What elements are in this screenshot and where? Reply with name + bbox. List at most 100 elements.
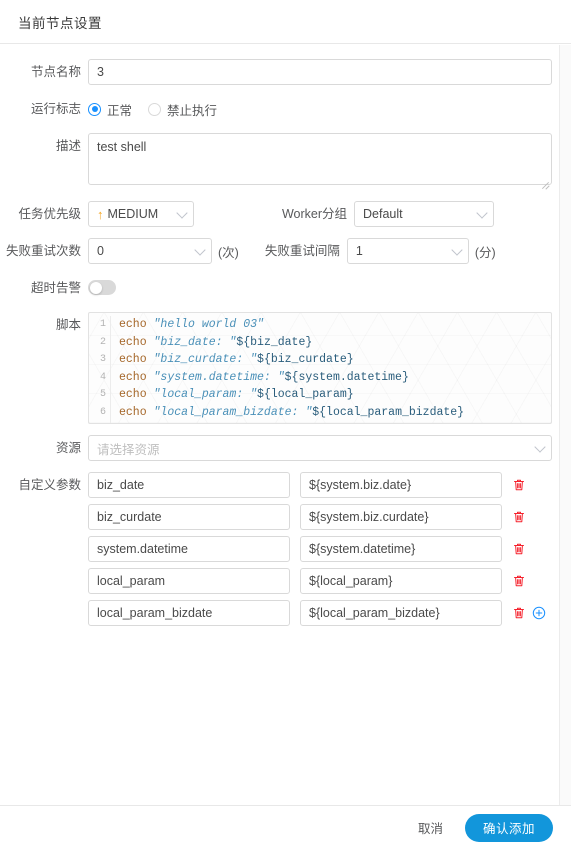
dialog-footer: 取消 确认添加: [0, 805, 571, 849]
priority-select[interactable]: ↑ MEDIUM: [88, 201, 194, 227]
worker-group-select[interactable]: Default: [354, 201, 494, 227]
param-value-input[interactable]: [300, 568, 502, 594]
code-string: "biz_curdate: ": [153, 353, 258, 366]
param-row: [88, 504, 552, 530]
radio-normal-label: 正常: [107, 103, 133, 118]
resource-select[interactable]: 请选择资源: [88, 435, 552, 461]
code-line: echo "local_param: "${local_param}: [119, 386, 551, 404]
page-title: 当前节点设置: [18, 15, 102, 31]
code-line: echo "local_param_bizdate: "${local_para…: [119, 404, 551, 422]
line-number: 5: [99, 389, 106, 400]
retry-interval-select[interactable]: 1: [346, 238, 469, 264]
param-key-input[interactable]: [88, 568, 290, 594]
retry-interval-value: 1: [355, 244, 363, 258]
add-param-icon[interactable]: [532, 606, 546, 620]
code-line: echo "system.datetime: "${system.datetim…: [119, 369, 551, 387]
code-keyword: echo: [119, 405, 147, 419]
code-keyword: echo: [119, 335, 147, 349]
field-description: 描述 test shell: [0, 133, 570, 190]
field-custom-params: 自定义参数: [0, 472, 570, 632]
code-keyword: echo: [119, 370, 147, 384]
dialog-body: 节点名称 运行标志 正常 禁止执行: [0, 45, 571, 805]
param-row: [88, 600, 552, 626]
timeout-alarm-label: 超时告警: [30, 281, 81, 295]
field-run-flag: 运行标志 正常 禁止执行: [0, 96, 570, 122]
param-row: [88, 536, 552, 562]
code-keyword: echo: [119, 388, 147, 401]
delete-param-icon[interactable]: [512, 606, 526, 620]
node-name-label: 节点名称: [30, 65, 81, 79]
run-flag-radio-group: 正常 禁止执行: [88, 96, 552, 122]
retry-times-select[interactable]: 0: [88, 238, 212, 264]
field-priority-workergroup: 任务优先级 ↑ MEDIUM Worker分组 Default: [0, 201, 570, 227]
delete-param-icon[interactable]: [512, 574, 526, 588]
chevron-down-icon: [176, 207, 188, 219]
radio-forbidden-label: 禁止执行: [167, 103, 218, 118]
custom-params-label: 自定义参数: [18, 478, 81, 492]
priority-up-arrow-icon: ↑: [97, 206, 104, 222]
param-value-input[interactable]: [300, 536, 502, 562]
retry-times-value: 0: [97, 244, 104, 258]
radio-dot-icon: [148, 102, 162, 116]
timeout-alarm-toggle[interactable]: [88, 280, 116, 295]
description-label: 描述: [55, 139, 81, 153]
code-variable: ${local_param_bizdate}: [312, 405, 465, 419]
description-textarea[interactable]: test shell: [88, 133, 552, 185]
code-string: "system.datetime: ": [153, 370, 285, 384]
confirm-add-button[interactable]: 确认添加: [464, 813, 553, 842]
param-key-input[interactable]: [88, 536, 290, 562]
code-variable: ${biz_curdate}: [257, 353, 354, 366]
priority-label: 任务优先级: [18, 207, 81, 221]
param-value-input[interactable]: [300, 600, 502, 626]
vertical-scrollbar[interactable]: [559, 45, 571, 805]
code-line: echo "hello world 03": [119, 316, 551, 334]
code-string: "local_param_bizdate: ": [153, 405, 313, 419]
line-number: 3: [99, 354, 106, 365]
worker-group-label: Worker分组: [281, 207, 347, 221]
code-string: "hello world 03": [153, 318, 264, 331]
code-keyword: echo: [119, 353, 147, 366]
retry-interval-label: 失败重试间隔: [264, 244, 340, 258]
param-value-input[interactable]: [300, 504, 502, 530]
code-variable: ${local_param}: [257, 388, 354, 401]
field-script: 脚本 1 2 3 4 5 6 echo "hello world 03" ech…: [0, 312, 570, 424]
retry-times-suffix: (次): [218, 245, 239, 260]
param-key-input[interactable]: [88, 472, 290, 498]
param-key-input[interactable]: [88, 600, 290, 626]
radio-forbidden[interactable]: 禁止执行: [148, 100, 217, 119]
script-editor[interactable]: 1 2 3 4 5 6 echo "hello world 03" echo "…: [88, 312, 552, 424]
param-value-input[interactable]: [300, 472, 502, 498]
worker-group-select-value: Default: [363, 207, 403, 221]
delete-param-icon[interactable]: [512, 542, 526, 556]
chevron-down-icon: [451, 244, 463, 256]
code-line: echo "biz_curdate: "${biz_curdate}: [119, 351, 551, 369]
chevron-down-icon: [194, 244, 206, 256]
line-number: 1: [99, 319, 106, 330]
field-resource: 资源 请选择资源: [0, 435, 570, 461]
line-number: 4: [99, 371, 106, 383]
delete-param-icon[interactable]: [512, 478, 526, 492]
code-keyword: echo: [119, 318, 147, 331]
radio-dot-icon: [88, 102, 101, 116]
code-string: "local_param: ": [153, 388, 258, 401]
retry-interval-suffix: (分): [474, 245, 496, 260]
chevron-down-icon: [476, 207, 488, 219]
chevron-down-icon: [534, 441, 546, 453]
field-retry: 失败重试次数 0 (次) 失败重试间隔 1 (分): [0, 238, 570, 264]
line-number: 2: [99, 336, 106, 348]
priority-select-value: MEDIUM: [107, 207, 159, 221]
node-name-input[interactable]: [88, 59, 552, 85]
toggle-knob: [89, 281, 102, 294]
delete-param-icon[interactable]: [512, 510, 526, 524]
cancel-button[interactable]: 取消: [410, 813, 451, 842]
resource-placeholder: 请选择资源: [97, 442, 160, 457]
script-label: 脚本: [55, 318, 81, 332]
field-timeout-alarm: 超时告警: [0, 275, 570, 301]
code-string: "biz_date: ": [153, 335, 237, 349]
radio-normal[interactable]: 正常: [88, 100, 132, 119]
retry-times-label: 失败重试次数: [5, 244, 81, 258]
code-line: echo "biz_date: "${biz_date}: [119, 334, 551, 352]
editor-code-area[interactable]: echo "hello world 03" echo "biz_date: "$…: [111, 316, 551, 423]
run-flag-label: 运行标志: [30, 102, 81, 116]
param-key-input[interactable]: [88, 504, 290, 530]
